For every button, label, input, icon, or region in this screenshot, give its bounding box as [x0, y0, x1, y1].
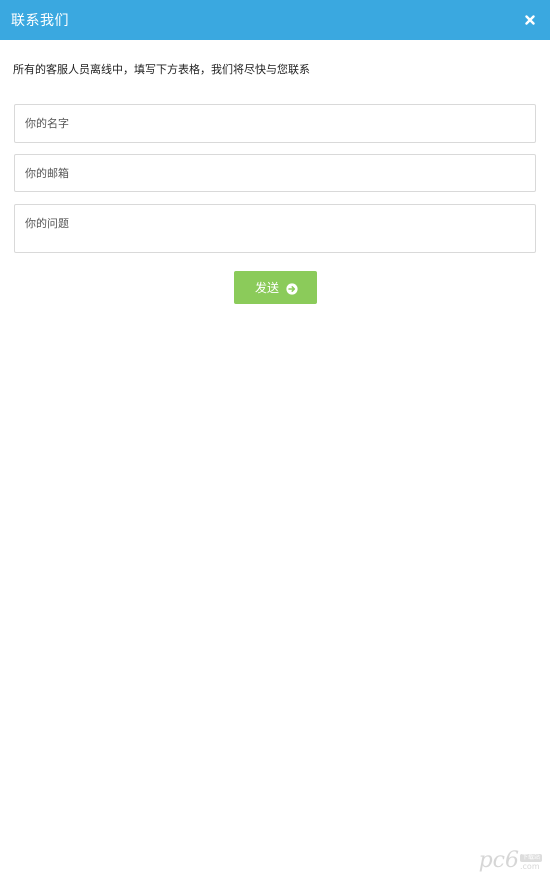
arrow-right-circle-icon	[286, 282, 298, 295]
watermark-suffix: .com	[519, 862, 540, 871]
email-input[interactable]	[14, 154, 536, 192]
watermark-side: 下载站 .com	[519, 854, 542, 871]
contact-page: 联系我们 所有的客服人员离线中，填写下方表格，我们将尽快与您联系 发送 pc6 …	[0, 0, 550, 882]
watermark-logo-text: pc6	[478, 848, 519, 873]
name-input[interactable]	[14, 104, 536, 143]
send-button[interactable]: 发送	[234, 271, 317, 304]
offline-notice: 所有的客服人员离线中，填写下方表格，我们将尽快与您联系	[13, 63, 310, 76]
header-bar: 联系我们	[0, 0, 550, 40]
question-textarea[interactable]	[14, 204, 536, 253]
watermark-badge: 下载站	[519, 854, 542, 862]
site-watermark: pc6 下载站 .com	[479, 850, 542, 872]
close-button[interactable]	[522, 12, 538, 28]
send-button-label: 发送	[254, 281, 279, 295]
page-title: 联系我们	[11, 13, 69, 29]
close-icon	[525, 15, 535, 25]
